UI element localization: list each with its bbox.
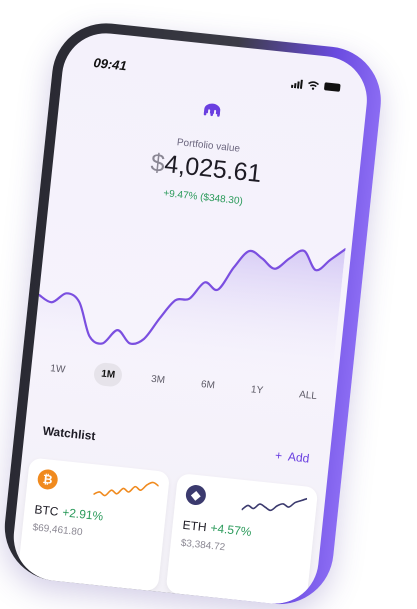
btc-summary: BTC +2.91% xyxy=(34,502,104,523)
range-1w[interactable]: 1W xyxy=(42,356,73,382)
portfolio-amount: 4,025.61 xyxy=(163,150,263,189)
phone-mockup: 09:41 Portfolio value $4,025.61 +9.47% (… xyxy=(0,18,387,609)
btc-sparkline xyxy=(93,481,160,497)
coin-price: $69,461.80 xyxy=(32,522,83,539)
wifi-icon xyxy=(308,80,320,90)
plus-icon: + xyxy=(274,448,283,463)
bitcoin-icon: ₿ xyxy=(36,468,59,491)
range-6m[interactable]: 6M xyxy=(193,372,223,398)
range-1y[interactable]: 1Y xyxy=(243,378,271,404)
watchlist-header: Watchlist + Add xyxy=(42,424,310,466)
eth-sparkline xyxy=(241,497,308,512)
app-screen: 09:41 Portfolio value $4,025.61 +9.47% (… xyxy=(9,28,372,608)
watchlist-card-btc[interactable]: ₿ BTC +2.91% $69,461.80 xyxy=(17,457,171,592)
watchlist-cards: ₿ BTC +2.91% $69,461.80 ◆ ETH +4.57% $3,38… xyxy=(17,457,319,608)
battery-icon xyxy=(323,82,341,92)
eth-summary: ETH +4.57% xyxy=(182,518,252,539)
coin-change: +4.57% xyxy=(209,520,253,539)
ethereum-icon: ◆ xyxy=(184,484,207,507)
range-all[interactable]: ALL xyxy=(291,383,325,409)
coin-symbol: BTC xyxy=(33,502,60,519)
kraken-logo-icon xyxy=(203,103,221,117)
coin-price: $3,384.72 xyxy=(180,537,226,554)
watchlist-title: Watchlist xyxy=(42,423,97,444)
range-3m[interactable]: 3M xyxy=(143,367,173,393)
coin-change: +2.91% xyxy=(61,505,104,524)
add-label: Add xyxy=(287,449,311,466)
watchlist-card-eth[interactable]: ◆ ETH +4.57% $3,384.72 xyxy=(165,473,319,608)
status-icons xyxy=(291,78,341,92)
status-bar: 09:41 xyxy=(93,54,341,96)
range-1m[interactable]: 1M xyxy=(93,361,124,388)
add-watchlist-button[interactable]: + Add xyxy=(274,448,310,466)
status-time: 09:41 xyxy=(92,54,128,73)
signal-icon xyxy=(291,78,303,89)
coin-symbol: ETH xyxy=(181,517,208,535)
portfolio-chart[interactable] xyxy=(32,203,347,384)
